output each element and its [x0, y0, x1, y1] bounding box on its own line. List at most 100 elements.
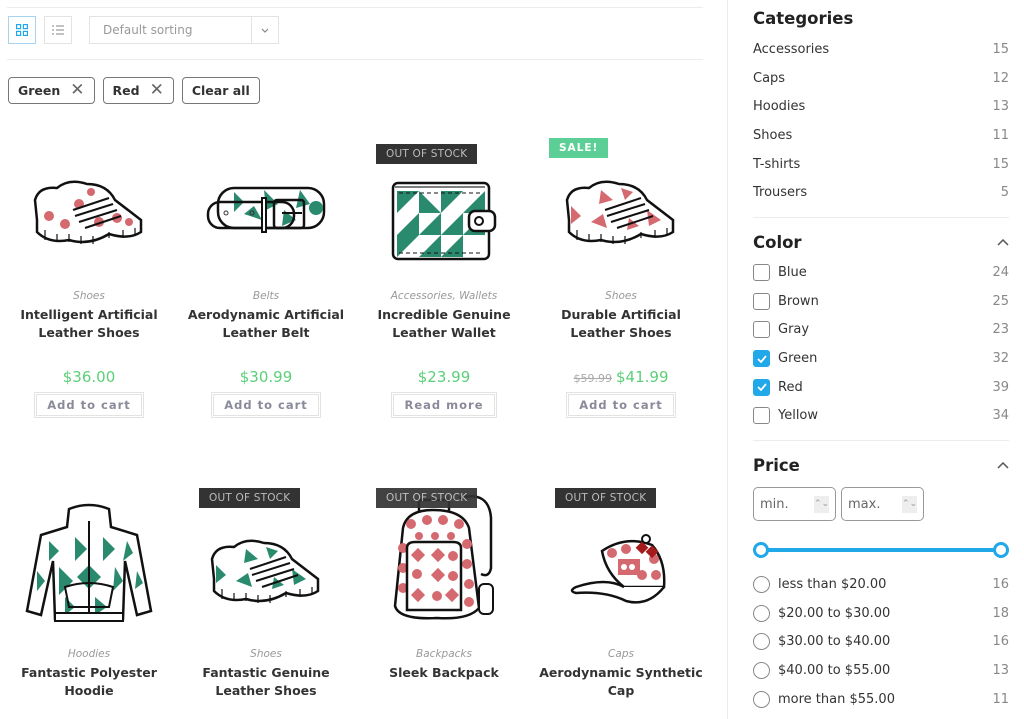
- clear-all-button[interactable]: Clear all: [181, 77, 260, 104]
- category-item-accessories[interactable]: Accessories 15: [753, 35, 1009, 64]
- color-option-green[interactable]: Green 32: [753, 344, 1009, 373]
- product-title[interactable]: Fantastic Genuine Leather Shoes: [177, 664, 355, 700]
- min-price-input[interactable]: min. ⌃⌄: [753, 487, 836, 522]
- add-to-cart-button[interactable]: Add to cart: [566, 392, 676, 418]
- price-option[interactable]: $30.00 to $40.00 16: [753, 628, 1009, 657]
- chevron-up-icon[interactable]: [997, 461, 1009, 469]
- radio[interactable]: [753, 662, 770, 680]
- color-option-red[interactable]: Red 39: [753, 373, 1009, 402]
- price-slider[interactable]: [753, 542, 1009, 559]
- product-category[interactable]: Shoes: [177, 648, 355, 660]
- filter-chip-label: Red: [112, 83, 140, 98]
- sort-dropdown[interactable]: Default sorting: [89, 16, 279, 44]
- checkbox-checked[interactable]: [753, 378, 770, 396]
- category-item-shoes[interactable]: Shoes 11: [753, 121, 1009, 150]
- filter-chip-red[interactable]: Red ✕: [102, 77, 174, 104]
- color-count: 25: [992, 293, 1009, 309]
- color-heading[interactable]: Color: [753, 231, 1009, 253]
- chevron-up-icon[interactable]: [997, 238, 1009, 246]
- product-title[interactable]: Aerodynamic Synthetic Cap: [532, 664, 710, 700]
- color-label: Red: [778, 379, 803, 395]
- category-item-trousers[interactable]: Trousers 5: [753, 178, 1009, 207]
- clear-all-label: Clear all: [191, 83, 250, 98]
- category-item-caps[interactable]: Caps 12: [753, 64, 1009, 93]
- product-title[interactable]: Durable Artificial Leather Shoes: [532, 306, 710, 342]
- product-image[interactable]: [177, 130, 355, 290]
- category-count: 15: [992, 41, 1009, 57]
- product-category[interactable]: Belts: [177, 290, 355, 302]
- product-title[interactable]: Incredible Genuine Leather Wallet: [355, 306, 533, 342]
- product-category[interactable]: Shoes: [532, 290, 710, 302]
- slider-min-handle[interactable]: [753, 542, 769, 559]
- product-title[interactable]: Intelligent Artificial Leather Shoes: [0, 306, 178, 342]
- product-title[interactable]: Aerodynamic Artificial Leather Belt: [177, 306, 355, 342]
- max-price-input[interactable]: max. ⌃⌄: [841, 487, 924, 522]
- color-count: 32: [992, 351, 1009, 367]
- price-heading[interactable]: Price: [753, 454, 1009, 476]
- checkbox[interactable]: [753, 407, 770, 425]
- product-image[interactable]: SALE!: [532, 130, 710, 290]
- read-more-button[interactable]: Read more: [391, 392, 497, 418]
- product-category[interactable]: Hoodies: [0, 648, 178, 660]
- close-icon[interactable]: ✕: [70, 82, 84, 99]
- chevron-down-icon: [251, 17, 278, 43]
- price-option-label: less than $20.00: [778, 577, 887, 593]
- color-option-blue[interactable]: Blue 24: [753, 258, 1009, 287]
- product-category[interactable]: Caps: [532, 648, 710, 660]
- max-placeholder: max.: [848, 496, 881, 512]
- spinner-icon[interactable]: ⌃⌄: [902, 495, 917, 513]
- list-view-button[interactable]: [44, 16, 72, 44]
- checkbox[interactable]: [753, 263, 770, 281]
- product-card: Hoodies Fantastic Polyester Hoodie: [0, 480, 178, 700]
- product-image[interactable]: OUT OF STOCK: [177, 480, 355, 648]
- product-card: Shoes Intelligent Artificial Leather Sho…: [0, 130, 178, 418]
- slider-max-handle[interactable]: [993, 542, 1009, 559]
- checkbox-checked[interactable]: [753, 350, 770, 368]
- radio[interactable]: [753, 690, 770, 708]
- product-image[interactable]: OUT OF STOCK: [532, 480, 710, 648]
- add-to-cart-button[interactable]: Add to cart: [211, 392, 321, 418]
- spinner-icon[interactable]: ⌃⌄: [814, 495, 829, 513]
- checkbox[interactable]: [753, 321, 770, 339]
- color-label: Gray: [778, 322, 810, 338]
- grid-view-button[interactable]: [8, 16, 36, 44]
- close-icon[interactable]: ✕: [150, 82, 164, 99]
- product-image[interactable]: [0, 480, 178, 648]
- sneaker-icon: [33, 180, 143, 244]
- color-option-gray[interactable]: Gray 23: [753, 316, 1009, 345]
- price-option[interactable]: $40.00 to $55.00 13: [753, 656, 1009, 685]
- list-icon: [52, 25, 64, 35]
- category-count: 5: [1000, 185, 1009, 201]
- hoodie-icon: [25, 503, 153, 622]
- sidebar-divider: [727, 0, 728, 719]
- color-option-brown[interactable]: Brown 25: [753, 287, 1009, 316]
- category-item-tshirts[interactable]: T-shirts 15: [753, 150, 1009, 179]
- product-image[interactable]: [0, 130, 178, 290]
- product-category[interactable]: Accessories, Wallets: [355, 290, 533, 302]
- product-title[interactable]: Fantastic Polyester Hoodie: [0, 664, 178, 700]
- grid-icon: [16, 24, 28, 36]
- product-category[interactable]: Backpacks: [355, 648, 533, 660]
- color-list: Blue 24 Brown 25 Gray 23 Green 32 Red 39 Yell…: [753, 258, 1009, 430]
- checkbox[interactable]: [753, 292, 770, 310]
- price-option[interactable]: $20.00 to $30.00 18: [753, 599, 1009, 628]
- current-price: $36.00: [62, 368, 116, 386]
- sidebar-divider: [753, 440, 1009, 442]
- radio[interactable]: [753, 604, 770, 622]
- add-to-cart-button[interactable]: Add to cart: [34, 392, 144, 418]
- color-count: 34: [992, 408, 1009, 424]
- product-price-clipped: [355, 702, 533, 712]
- toolbar-divider: [7, 59, 703, 60]
- filter-chip-green[interactable]: Green ✕: [8, 77, 95, 104]
- radio[interactable]: [753, 576, 770, 594]
- product-title[interactable]: Sleek Backpack: [355, 664, 533, 700]
- current-price: $41.99: [616, 368, 669, 386]
- color-option-yellow[interactable]: Yellow 34: [753, 402, 1009, 431]
- product-category[interactable]: Shoes: [0, 290, 178, 302]
- price-option[interactable]: less than $20.00 16: [753, 570, 1009, 599]
- category-item-hoodies[interactable]: Hoodies 13: [753, 92, 1009, 121]
- radio[interactable]: [753, 633, 770, 651]
- product-image[interactable]: OUT OF STOCK: [355, 480, 533, 648]
- price-option[interactable]: more than $55.00 11: [753, 685, 1009, 714]
- product-image[interactable]: OUT OF STOCK: [355, 130, 533, 290]
